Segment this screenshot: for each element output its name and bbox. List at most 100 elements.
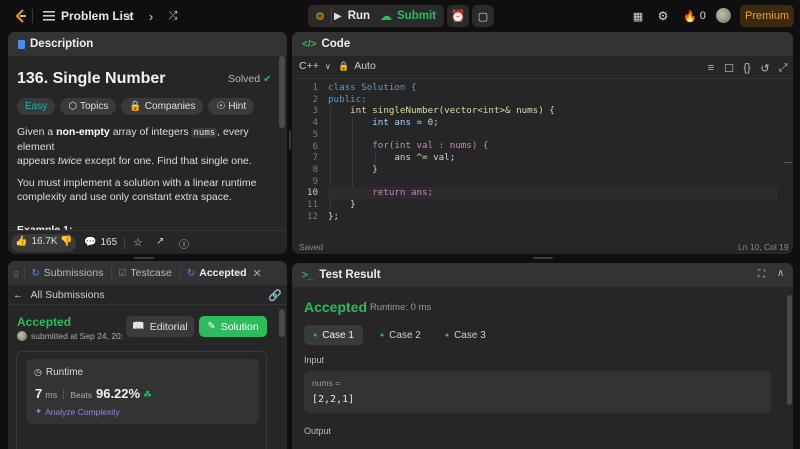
code-line: for(int val : nums) { (328, 140, 489, 152)
case-tab-1[interactable]: ● Case 1 (304, 325, 363, 345)
all-submissions-link: All Submissions (30, 289, 105, 301)
runtime-value: 7 (35, 386, 43, 401)
problem-list-icon[interactable] (42, 8, 56, 24)
description-scrollbar[interactable] (279, 56, 285, 128)
code-tab[interactable]: Code (321, 38, 350, 50)
case-label: Case 2 (389, 329, 421, 341)
code-editor[interactable]: class Solution { public: int singleNumbe… (328, 82, 778, 222)
runtime-card[interactable]: ◷ Runtime 7 ms Beats 96.22% ☘ ✦ Analyze … (26, 359, 259, 424)
run-button[interactable]: ▶ Run (334, 6, 378, 26)
help-icon[interactable]: ⓘ (179, 236, 189, 251)
saved-status: Saved (299, 242, 324, 252)
layout-icon[interactable]: ▦ (630, 8, 646, 24)
line-number: 10 (306, 187, 318, 199)
horizontal-splitter[interactable] (134, 257, 154, 259)
result-runtime: Runtime: 0 ms (370, 302, 432, 313)
timer-button[interactable]: ⏰ (447, 5, 469, 27)
reset-icon[interactable]: ↺ (756, 59, 774, 77)
submit-button[interactable]: ☁ Submit (380, 6, 442, 26)
comments-button[interactable]: 💬 165 (84, 237, 117, 248)
collapse-icon[interactable]: ▯ (14, 269, 18, 278)
accepted-tab[interactable]: Accepted (199, 267, 246, 279)
tag-icon: ⬡ (68, 101, 77, 112)
pass-dot-icon: ● (313, 331, 318, 339)
avatar (17, 331, 27, 341)
share-icon[interactable]: ↗ (156, 236, 164, 247)
streak-count: 0 (699, 10, 706, 22)
problem-title: 136. Single Number (17, 70, 166, 87)
hint-tag[interactable]: ☉ Hint (208, 98, 255, 115)
format-icon[interactable]: ≡ (702, 59, 720, 77)
code-line: int ans = 0; (328, 117, 439, 129)
pass-dot-icon: ● (444, 331, 450, 339)
like-button[interactable]: 👍 16.7K (15, 236, 58, 247)
description-tab[interactable]: Description (30, 38, 93, 50)
submit-label: Submit (397, 10, 436, 22)
topics-tag[interactable]: ⬡ Topics (60, 98, 117, 115)
test-result-tab[interactable]: Test Result (319, 269, 380, 281)
submission-status: Accepted (17, 315, 72, 329)
submissions-header: ▯ ↻ Submissions ☑ Testcase ↻ Accepted ✕ (8, 261, 287, 285)
dislike-button[interactable]: 👎 (60, 236, 72, 247)
case-tab-3[interactable]: ● Case 3 (436, 325, 495, 345)
close-icon[interactable]: ✕ (253, 267, 262, 280)
notes-button[interactable]: ▢ (472, 5, 494, 27)
submissions-panel: ▯ ↻ Submissions ☑ Testcase ↻ Accepted ✕ … (8, 261, 287, 449)
statement-text: You must implement a solution with a lin… (17, 177, 257, 189)
link-icon[interactable]: 🔗 (268, 289, 282, 302)
lightbulb-icon: ☉ (216, 101, 226, 112)
variable-value: [2,2,1] (312, 394, 355, 405)
bookmark-icon[interactable]: ☐ (720, 59, 738, 77)
debug-icon[interactable]: ⚙ (310, 6, 330, 26)
line-number: 3 (312, 105, 318, 117)
next-problem-button[interactable]: › (144, 8, 158, 24)
companies-label: Companies (144, 101, 196, 112)
submissions-tab-icon: ↻ (31, 267, 40, 279)
expand-icon[interactable]: ⤢ (774, 59, 792, 77)
maximize-icon[interactable]: ⛶ (758, 269, 765, 280)
line-number: 6 (312, 140, 318, 152)
solution-label: Solution (220, 320, 259, 333)
difficulty-tag: Easy (17, 98, 56, 115)
submitted-at: submitted at Sep 24, 20: (31, 331, 124, 341)
result-scrollbar[interactable] (787, 295, 792, 405)
prev-problem-button[interactable]: ‹ (122, 8, 136, 24)
statement-text: except for one. Find that single one. (81, 155, 252, 167)
streak-counter[interactable]: 🔥 0 (683, 8, 709, 24)
statement-text: appears (17, 155, 58, 167)
line-number: 11 (306, 199, 318, 210)
horizontal-splitter[interactable] (533, 257, 553, 259)
code-line: ans ^= val; (328, 152, 456, 164)
avatar[interactable] (716, 8, 731, 23)
analyze-complexity-link[interactable]: ✦ Analyze Complexity (35, 406, 120, 417)
vertical-splitter[interactable] (289, 130, 291, 150)
runtime-stats: 7 ms Beats 96.22% ☘ (35, 386, 152, 401)
leetcode-logo-icon[interactable] (12, 7, 30, 25)
input-label: Input (304, 355, 325, 365)
code-line: } (328, 163, 378, 175)
language-select[interactable]: C++ ∨ (299, 60, 331, 72)
auto-mode[interactable]: 🔒 Auto (338, 60, 376, 72)
editorial-button[interactable]: 📖 Editorial (126, 316, 194, 337)
case-tab-2[interactable]: ● Case 2 (371, 325, 430, 345)
solved-badge: Solved ✔ (228, 73, 272, 85)
testcase-tab[interactable]: Testcase (130, 267, 171, 279)
shuffle-icon[interactable]: ⤮ (165, 8, 181, 24)
description-header: Description (8, 32, 287, 56)
pass-dot-icon: ● (379, 331, 385, 339)
back-to-submissions[interactable]: ← All Submissions (13, 289, 105, 301)
settings-gear-icon[interactable]: ⚙ (655, 8, 671, 24)
check-circle-icon: ✔ (263, 73, 272, 85)
collapse-panel-icon[interactable]: ∧ (777, 268, 784, 279)
star-icon[interactable]: ☆ (133, 236, 143, 249)
likes-count: 16.7K (31, 236, 58, 247)
companies-tag[interactable]: 🔒 Companies (121, 98, 204, 115)
solution-button[interactable]: ✎ Solution (199, 316, 267, 337)
cursor-position: Ln 10, Col 19 (738, 242, 789, 252)
code-tab-icon: </> (302, 38, 317, 50)
submissions-scrollbar[interactable] (279, 309, 285, 337)
submissions-tab[interactable]: Submissions (44, 267, 104, 279)
beats-badge-icon: ☘ (143, 390, 153, 401)
premium-button[interactable]: Premium (740, 5, 794, 27)
braces-icon[interactable]: {} (738, 59, 756, 77)
